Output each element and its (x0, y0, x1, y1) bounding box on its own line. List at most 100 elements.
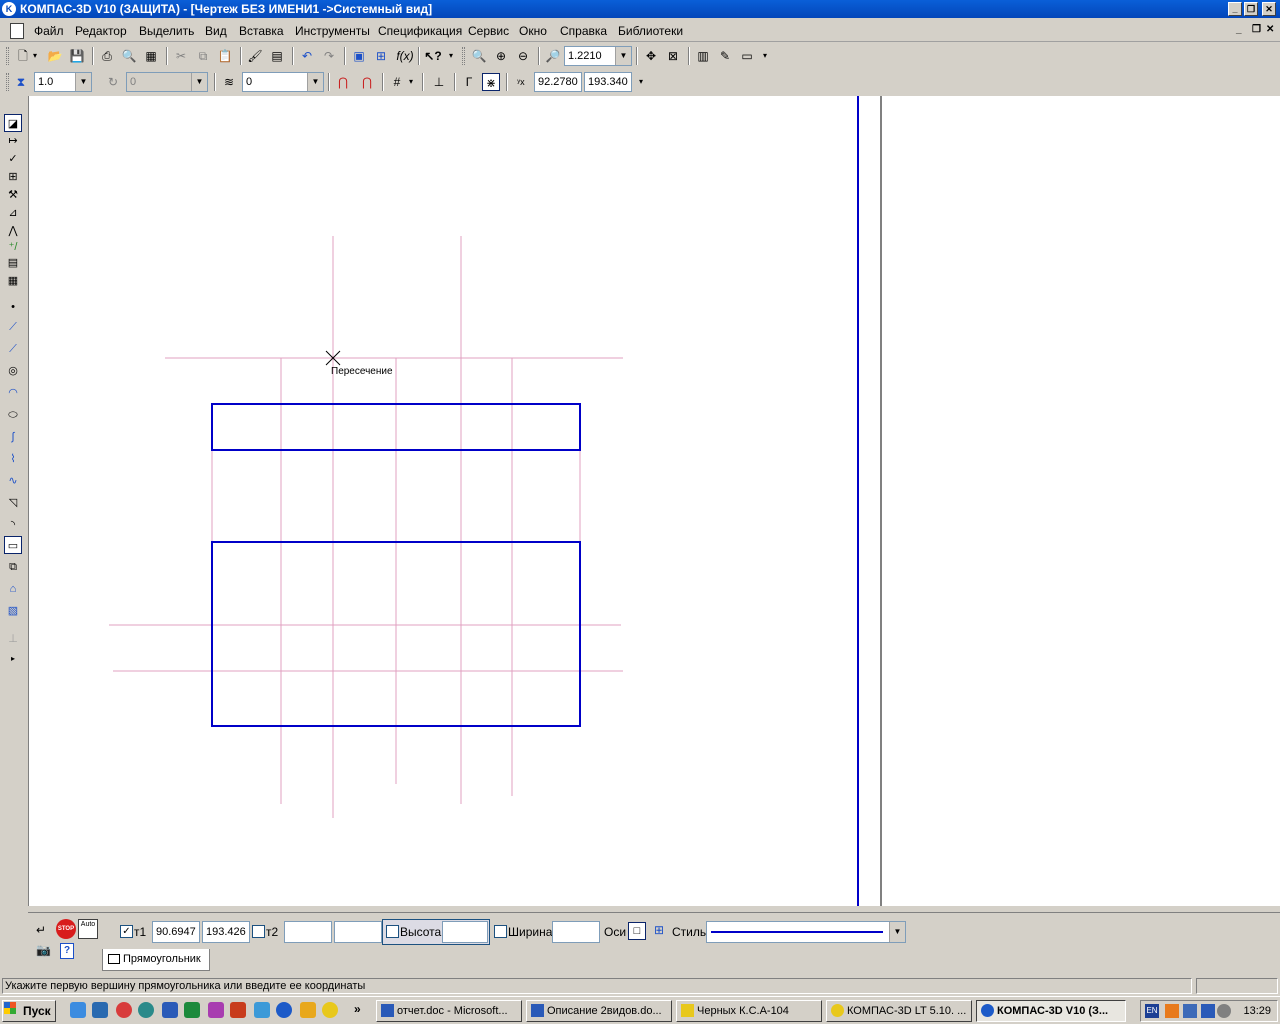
equidistant-tool-icon[interactable]: ⌂ (4, 580, 22, 598)
kompas-icon[interactable] (276, 1002, 292, 1018)
print-icon[interactable]: ⎙ (98, 47, 116, 65)
geometry-panel-icon[interactable]: ◪ (4, 114, 22, 132)
word-icon[interactable] (162, 1002, 178, 1018)
toolbar-grip[interactable] (6, 47, 9, 65)
zoom-combo[interactable]: 1.2210 ▼ (564, 46, 632, 66)
snap-magnet-icon[interactable]: ⋂ (334, 73, 352, 91)
help-icon[interactable]: ? (60, 943, 74, 959)
polyline-tool-icon[interactable]: ∿ (4, 472, 22, 490)
toolbar-grip[interactable] (462, 47, 465, 65)
hatch-tool-icon[interactable]: ▧ (4, 602, 22, 620)
excel-icon[interactable] (184, 1002, 200, 1018)
minimize-button[interactable]: _ (1228, 2, 1242, 16)
layer-combo[interactable]: 0 ▼ (242, 72, 324, 92)
zoom-window-icon[interactable]: 🔍 (470, 47, 488, 65)
zoom-scale-icon[interactable]: 🔎 (544, 47, 562, 65)
t1-x-field[interactable]: 90.6947 (152, 921, 200, 943)
undo-icon[interactable]: ↶ (298, 47, 316, 65)
t2-y-field[interactable] (334, 921, 382, 943)
grid-icon[interactable]: # (388, 73, 406, 91)
aux-line-tool-icon[interactable]: ⟋ (4, 318, 22, 336)
brush-icon[interactable]: ✎ (716, 47, 734, 65)
format-brush-icon[interactable]: 🖌 (246, 47, 264, 65)
chamfer-tool-icon[interactable]: ◹ (4, 494, 22, 512)
toolbar-overflow-icon[interactable]: ▾ (636, 73, 646, 91)
mdi-close-button[interactable]: ✕ (1266, 24, 1274, 35)
menu-view[interactable]: Вид (205, 24, 227, 38)
stop-icon[interactable]: STOP (56, 919, 76, 939)
rectangle-tool-icon[interactable]: ▭ (4, 536, 22, 554)
tray-app-icon[interactable] (1165, 1004, 1179, 1018)
cut-icon[interactable]: ✂ (172, 47, 190, 65)
chrome-icon[interactable] (322, 1002, 338, 1018)
t2-x-field[interactable] (284, 921, 332, 943)
paste-icon[interactable]: 📋 (216, 47, 234, 65)
copy-icon[interactable]: ⧉ (194, 47, 212, 65)
manager-icon[interactable]: ▣ (350, 47, 368, 65)
menu-libraries[interactable]: Библиотеки (618, 24, 683, 38)
contour-tool-icon[interactable]: ⧉ (4, 558, 22, 576)
circle-tool-icon[interactable]: ◎ (4, 362, 22, 380)
layers-icon[interactable]: ≋ (220, 73, 238, 91)
menu-window[interactable]: Окно (519, 24, 547, 38)
line-style-combo[interactable]: ▼ (706, 921, 906, 943)
kompas-app-icon[interactable]: K (2, 2, 16, 16)
properties-icon[interactable]: ▦ (142, 47, 160, 65)
tray-network-icon[interactable] (1183, 1004, 1197, 1018)
round-coords-icon[interactable]: ⋇ (482, 73, 500, 91)
height-field[interactable] (442, 921, 488, 943)
explorer-icon[interactable] (92, 1002, 108, 1018)
help-pointer-icon[interactable]: ↖? (424, 47, 442, 65)
segment-tool-icon[interactable]: ⟋ (4, 340, 22, 358)
ie-icon[interactable] (70, 1002, 86, 1018)
menu-service[interactable]: Сервис (468, 24, 509, 38)
taskbar-item[interactable]: КОМПАС-3D LT 5.10. ... (826, 1000, 972, 1022)
menu-insert[interactable]: Вставка (239, 24, 284, 38)
app2-icon[interactable] (300, 1002, 316, 1018)
angle-step-icon[interactable]: ↻ (104, 73, 122, 91)
menu-file[interactable]: Файл (34, 24, 64, 38)
taskbar-item[interactable]: Черных К.С.А-104 (676, 1000, 822, 1022)
chevron-down-icon[interactable]: ▼ (307, 73, 323, 91)
open-folder-icon[interactable]: 📂 (46, 47, 64, 65)
menu-specification[interactable]: Спецификация (378, 24, 462, 38)
parametrization-panel-icon[interactable]: ⚒ (4, 186, 22, 204)
chevron-down-icon[interactable]: ▼ (889, 922, 905, 942)
new-dropdown-icon[interactable]: ▾ (30, 47, 40, 65)
menu-tools[interactable]: Инструменты (295, 24, 370, 38)
auto-create-icon[interactable]: Auto (78, 919, 98, 939)
cursor-x-field[interactable]: 92.2780 (534, 72, 582, 92)
editing-panel-icon[interactable]: ⊞ (4, 168, 22, 186)
toolbar-expand-icon[interactable]: ▸ (4, 650, 22, 668)
camera-icon[interactable]: 📷 (36, 943, 51, 957)
snap-settings-icon[interactable]: ⋂ (358, 73, 376, 91)
drawing-canvas[interactable]: Пересечение (28, 96, 1280, 906)
collection-tool-icon[interactable]: ⊥ (4, 630, 22, 648)
tray-monitor-icon[interactable] (1201, 1004, 1215, 1018)
pan-icon[interactable]: ✥ (642, 47, 660, 65)
taskbar-item[interactable]: Описание 2видов.do... (526, 1000, 672, 1022)
access-icon[interactable] (230, 1002, 246, 1018)
reports-panel-icon[interactable]: ▤ (4, 254, 22, 272)
close-button[interactable]: ✕ (1262, 2, 1276, 16)
taskbar-item[interactable]: отчет.doc - Microsoft... (376, 1000, 522, 1022)
powerpoint-icon[interactable] (208, 1002, 224, 1018)
toolbar-grip[interactable] (6, 73, 9, 91)
opera-icon[interactable] (116, 1002, 132, 1018)
mdi-minimize-button[interactable]: _ (1236, 24, 1242, 35)
document-icon[interactable] (10, 23, 24, 39)
point-tool-icon[interactable]: • (4, 298, 22, 316)
cursor-y-field[interactable]: 193.340 (584, 72, 632, 92)
cursor-step-icon[interactable]: ⧗ (12, 73, 30, 91)
save-icon[interactable]: 💾 (68, 47, 86, 65)
toolbar-overflow-icon[interactable]: ▾ (446, 47, 456, 65)
menu-edit[interactable]: Редактор (75, 24, 127, 38)
tray-volume-icon[interactable] (1217, 1004, 1231, 1018)
taskbar-item-active[interactable]: КОМПАС-3D V10 (З... (976, 1000, 1126, 1022)
designations-panel-icon[interactable]: ✓ (4, 150, 22, 168)
language-indicator[interactable]: EN (1145, 1004, 1159, 1018)
fillet-tool-icon[interactable]: ◝ (4, 516, 22, 534)
menu-select[interactable]: Выделить (139, 24, 194, 38)
menu-help[interactable]: Справка (560, 24, 607, 38)
t2-checkbox[interactable] (252, 925, 265, 938)
